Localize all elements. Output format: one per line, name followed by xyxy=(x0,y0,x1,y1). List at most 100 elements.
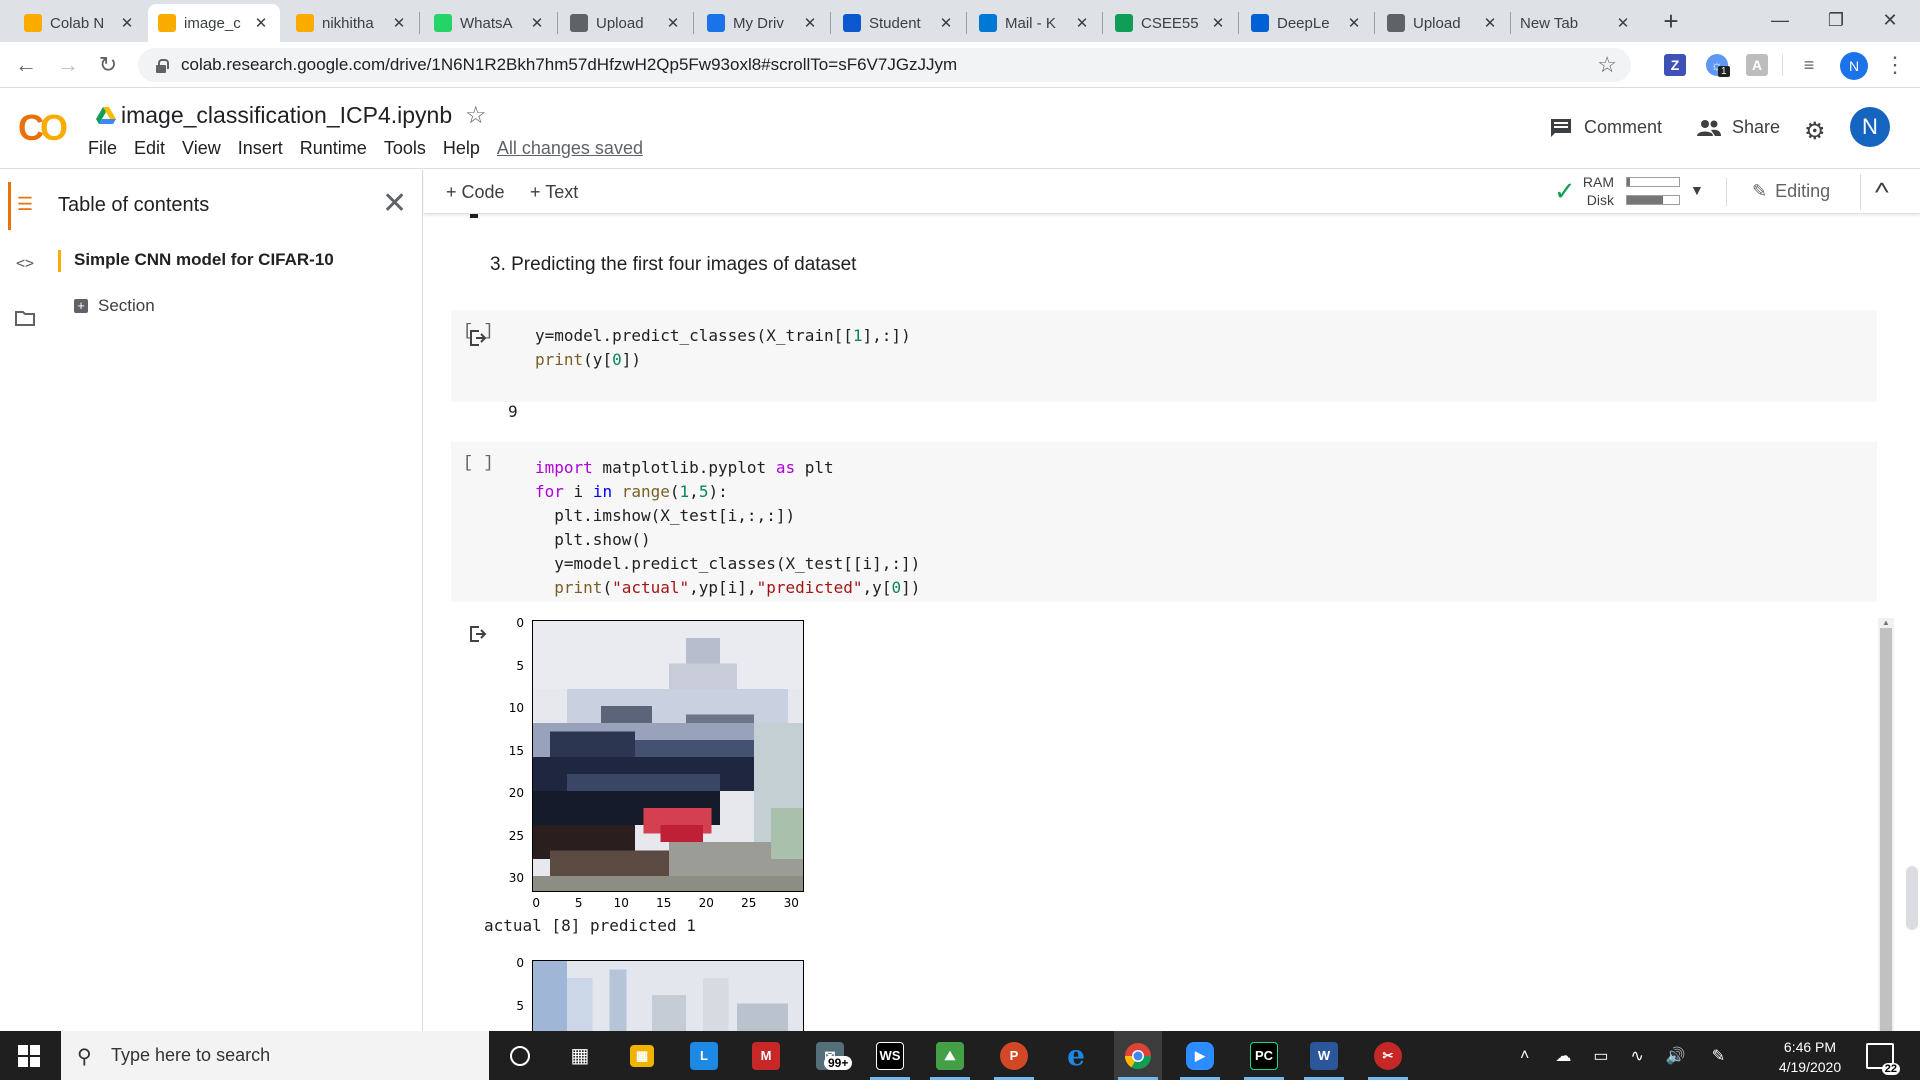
cortana-icon[interactable] xyxy=(496,1031,544,1080)
close-window-icon[interactable]: ✕ xyxy=(1862,0,1918,40)
reload-icon[interactable]: ↻ xyxy=(94,52,122,80)
close-tab-icon[interactable]: ✕ xyxy=(118,14,136,32)
address-bar[interactable]: colab.research.google.com/drive/1N6N1R2B… xyxy=(138,48,1631,82)
page-scrollbar-thumb[interactable] xyxy=(1906,866,1918,930)
close-tab-icon[interactable]: ✕ xyxy=(528,14,546,32)
close-tab-icon[interactable]: ✕ xyxy=(390,14,408,32)
output-redirect-icon[interactable] xyxy=(468,624,490,646)
close-tab-icon[interactable]: ✕ xyxy=(1073,14,1091,32)
wifi-icon[interactable]: ∿ xyxy=(1630,1046,1643,1066)
lens-app-icon[interactable]: L xyxy=(680,1031,728,1080)
table-of-contents-icon[interactable]: ☰ xyxy=(14,194,36,216)
close-tab-icon[interactable]: ✕ xyxy=(664,14,682,32)
onedrive-cloud-icon[interactable]: ☁ xyxy=(1555,1046,1571,1066)
star-notebook-icon[interactable]: ☆ xyxy=(465,101,487,130)
editing-mode-button[interactable]: ✎ Editing xyxy=(1752,181,1830,202)
edge-icon[interactable]: e xyxy=(1052,1031,1100,1080)
action-center-icon[interactable]: 22 xyxy=(1866,1043,1900,1075)
browser-tab[interactable]: Upload ✕ xyxy=(560,4,692,42)
close-tab-icon[interactable]: ✕ xyxy=(1209,14,1227,32)
minimize-icon[interactable]: — xyxy=(1752,0,1808,40)
user-avatar[interactable]: N xyxy=(1850,107,1890,147)
menu-tools[interactable]: Tools xyxy=(384,138,426,159)
code-snippets-icon[interactable]: <> xyxy=(14,254,36,276)
bookmark-star-icon[interactable]: ☆ xyxy=(1597,52,1617,78)
new-tab-button[interactable]: + xyxy=(1656,6,1686,37)
task-view-icon[interactable]: ▦ xyxy=(556,1031,604,1080)
chrome-menu-icon[interactable]: ⋮ xyxy=(1884,52,1906,78)
windows-start-icon[interactable] xyxy=(18,1045,40,1067)
restore-icon[interactable]: ❐ xyxy=(1808,0,1864,40)
share-button[interactable]: Share xyxy=(1696,117,1780,138)
pycharm-icon[interactable]: PC xyxy=(1240,1031,1288,1080)
taskbar-clock[interactable]: 6:46 PM 4/19/2020 xyxy=(1766,1037,1854,1077)
volume-icon[interactable]: 🔊 xyxy=(1666,1046,1686,1066)
toc-item-section[interactable]: + Section xyxy=(74,296,155,316)
close-toc-icon[interactable]: ✕ xyxy=(382,186,407,221)
scroll-up-arrow-icon[interactable]: ▲ xyxy=(1882,618,1890,627)
close-tab-icon[interactable]: ✕ xyxy=(1614,14,1632,32)
snipping-tool-icon[interactable]: ✂ xyxy=(1364,1031,1412,1080)
menu-file[interactable]: File xyxy=(88,138,117,159)
reading-list-icon[interactable]: ≡ xyxy=(1798,54,1820,76)
browser-tab[interactable]: Student ✕ xyxy=(833,4,965,42)
browser-tab[interactable]: nikhitha ✕ xyxy=(286,4,418,42)
text-cell[interactable]: 3. Predicting the first four images of d… xyxy=(490,254,856,276)
code-cell-plot[interactable]: [ ] import matplotlib.pyplot as plt for … xyxy=(451,442,1877,602)
browser-tab[interactable]: DeepLe ✕ xyxy=(1241,4,1373,42)
save-status[interactable]: All changes saved xyxy=(497,138,643,159)
close-tab-icon[interactable]: ✕ xyxy=(937,14,955,32)
close-tab-icon[interactable]: ✕ xyxy=(1481,14,1499,32)
browser-tab[interactable]: New Tab ✕ xyxy=(1510,4,1642,42)
store-icon[interactable]: ▦ xyxy=(618,1031,666,1080)
taskbar-search-box[interactable]: ⚲ Type here to search xyxy=(61,1031,489,1080)
webstorm-icon[interactable]: WS xyxy=(866,1031,914,1080)
browser-tab[interactable]: WhatsA ✕ xyxy=(424,4,556,42)
collapse-header-icon[interactable]: ˄ xyxy=(1874,178,1890,201)
close-tab-icon[interactable]: ✕ xyxy=(1345,14,1363,32)
output-scrollbar-thumb[interactable] xyxy=(1880,628,1892,1031)
settings-gear-icon[interactable]: ⚙ xyxy=(1804,117,1826,146)
notebook-title[interactable]: image_classification_ICP4.ipynb xyxy=(121,102,452,129)
mcafee-icon[interactable]: M xyxy=(742,1031,790,1080)
profile-avatar[interactable]: N xyxy=(1840,52,1868,80)
code-cell-predict[interactable]: [ ] y=model.predict_classes(X_train[[1],… xyxy=(451,310,1877,402)
grammar-extension-icon[interactable]: A xyxy=(1746,54,1768,76)
close-tab-icon[interactable]: ✕ xyxy=(252,14,270,32)
word-icon[interactable]: W xyxy=(1300,1031,1348,1080)
zoom-icon[interactable]: ▶ xyxy=(1176,1031,1224,1080)
toc-item-simple-cnn[interactable]: Simple CNN model for CIFAR-10 xyxy=(74,250,334,270)
show-hidden-icons-chevron[interactable]: ˄ xyxy=(1520,1047,1529,1065)
add-code-button[interactable]: + Code xyxy=(446,182,505,203)
pen-workspace-icon[interactable]: ✎ xyxy=(1712,1046,1725,1066)
browser-tab[interactable]: image_c ✕ xyxy=(148,4,280,42)
browser-tab[interactable]: Upload ✕ xyxy=(1377,4,1509,42)
back-icon[interactable]: ← xyxy=(12,52,40,80)
run-cell-button[interactable]: [ ] xyxy=(463,454,494,473)
powerpoint-icon[interactable]: P xyxy=(990,1031,1038,1080)
add-text-button[interactable]: + Text xyxy=(530,182,578,203)
mail-app-icon[interactable]: ✉ 99+ xyxy=(806,1031,854,1080)
files-folder-icon[interactable] xyxy=(14,310,36,332)
close-tab-icon[interactable]: ✕ xyxy=(801,14,819,32)
battery-icon[interactable]: ▭ xyxy=(1593,1046,1608,1066)
expand-section-icon[interactable]: + xyxy=(74,299,88,313)
chrome-taskbar-icon[interactable] xyxy=(1114,1031,1162,1080)
photos-app-icon[interactable]: ⛰ xyxy=(926,1031,974,1080)
menu-help[interactable]: Help xyxy=(443,138,480,159)
menu-view[interactable]: View xyxy=(182,138,221,159)
browser-tab[interactable]: My Driv ✕ xyxy=(697,4,829,42)
menu-runtime[interactable]: Runtime xyxy=(300,138,367,159)
colab-logo[interactable]: CO xyxy=(18,107,68,149)
output-redirect-icon[interactable] xyxy=(468,328,490,350)
zotero-extension-icon[interactable]: Z xyxy=(1664,54,1686,76)
browser-tab[interactable]: Colab N ✕ xyxy=(14,4,146,42)
output-scrollbar[interactable]: ▲ xyxy=(1878,618,1894,1031)
browser-tab[interactable]: CSEE55 ✕ xyxy=(1105,4,1237,42)
menu-edit[interactable]: Edit xyxy=(134,138,165,159)
forward-icon[interactable]: → xyxy=(54,52,82,80)
code-editor[interactable]: y=model.predict_classes(X_train[[1],:]) … xyxy=(535,324,911,372)
browser-tab[interactable]: Mail - K ✕ xyxy=(969,4,1101,42)
code-editor[interactable]: import matplotlib.pyplot as plt for i in… xyxy=(535,456,920,600)
comment-button[interactable]: Comment xyxy=(1550,117,1662,138)
